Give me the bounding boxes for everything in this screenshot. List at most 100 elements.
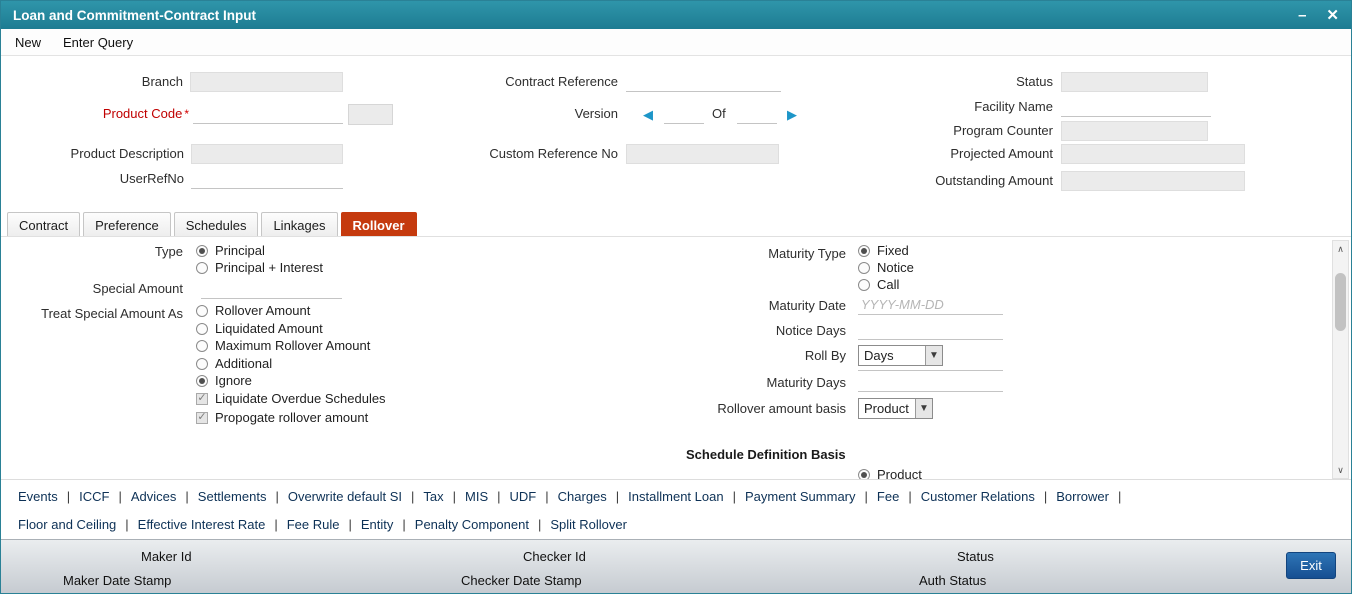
projected-amount-label: Projected Amount	[950, 146, 1053, 161]
branch-label: Branch	[141, 74, 183, 89]
maker-date-stamp-label: Maker Date Stamp	[63, 573, 172, 588]
version-total-field[interactable]	[737, 104, 777, 124]
action-links-row-2: Floor and Ceiling | Effective Interest Ra…	[9, 510, 1351, 538]
radio-maximum-rollover-amount[interactable]: Maximum Rollover Amount	[196, 338, 370, 353]
link-settlements[interactable]: Settlements	[189, 489, 276, 504]
special-amount-label: Special Amount	[92, 281, 183, 296]
maturity-days-field[interactable]	[858, 372, 1003, 392]
window-title: Loan and Commitment-Contract Input	[13, 7, 256, 23]
roll-by-label: Roll By	[804, 348, 846, 363]
outstanding-amount-label: Outstanding Amount	[935, 173, 1053, 188]
radio-additional[interactable]: Additional	[196, 356, 272, 371]
radio-notice[interactable]: Notice	[858, 260, 914, 275]
roll-by-select[interactable]: Days ▼	[858, 345, 943, 366]
radio-call[interactable]: Call	[858, 277, 899, 292]
maturity-date-label: Maturity Date	[768, 298, 846, 313]
rollover-amount-basis-label: Rollover amount basis	[717, 401, 846, 416]
checkmark-icon: ✓	[196, 392, 208, 405]
link-tax[interactable]: Tax	[414, 489, 452, 504]
radio-icon	[858, 278, 870, 291]
custom-reference-label: Custom Reference No	[489, 146, 618, 161]
facility-name-field[interactable]	[1061, 97, 1211, 117]
link-penalty-component[interactable]: Penalty Component	[406, 517, 538, 532]
custom-reference-field	[626, 144, 779, 164]
tab-schedules[interactable]: Schedules	[173, 212, 259, 237]
minimize-icon[interactable]: –	[1298, 8, 1306, 23]
outstanding-amount-field	[1061, 171, 1245, 191]
link-fee[interactable]: Fee	[868, 489, 908, 504]
title-bar: Loan and Commitment-Contract Input – ✕	[1, 1, 1351, 29]
menu-new[interactable]: New	[15, 35, 41, 50]
menu-enter-query[interactable]: Enter Query	[63, 35, 133, 50]
radio-liquidated-amount[interactable]: Liquidated Amount	[196, 321, 323, 336]
link-mis[interactable]: MIS	[456, 489, 497, 504]
link-events[interactable]: Events	[9, 489, 67, 504]
schedule-definition-basis-heading: Schedule Definition Basis	[686, 447, 846, 462]
link-payment-summary[interactable]: Payment Summary	[736, 489, 865, 504]
special-amount-field[interactable]	[201, 279, 342, 299]
product-description-label: Product Description	[70, 146, 184, 161]
product-code-field[interactable]	[193, 104, 343, 124]
checkbox-propogate-rollover-amount[interactable]: ✓ Propogate rollover amount	[196, 410, 368, 425]
branch-field	[190, 72, 343, 92]
program-counter-field	[1061, 121, 1208, 141]
radio-principal[interactable]: Principal	[196, 243, 265, 258]
notice-days-field[interactable]	[858, 320, 1003, 340]
link-floor-and-ceiling[interactable]: Floor and Ceiling	[9, 517, 125, 532]
radio-rollover-amount[interactable]: Rollover Amount	[196, 303, 310, 318]
link-fee-rule[interactable]: Fee Rule	[278, 517, 349, 532]
radio-fixed[interactable]: Fixed	[858, 243, 909, 258]
checker-date-stamp-label: Checker Date Stamp	[461, 573, 582, 588]
maturity-type-label: Maturity Type	[768, 246, 846, 261]
scroll-up-icon[interactable]: ∧	[1333, 241, 1348, 257]
link-advices[interactable]: Advices	[122, 489, 186, 504]
separator: |	[1118, 488, 1122, 504]
projected-amount-field	[1061, 144, 1245, 164]
required-asterisk: *	[184, 107, 189, 121]
notice-days-label: Notice Days	[775, 323, 846, 338]
scrollbar-thumb[interactable]	[1335, 273, 1346, 331]
product-code-lov-button[interactable]	[348, 104, 393, 125]
version-current-field[interactable]	[664, 104, 704, 124]
radio-principal-interest[interactable]: Principal + Interest	[196, 260, 323, 275]
userrefno-field[interactable]	[191, 169, 343, 189]
tab-linkages[interactable]: Linkages	[261, 212, 338, 237]
link-customer-relations[interactable]: Customer Relations	[912, 489, 1044, 504]
checker-id-label: Checker Id	[523, 549, 586, 564]
close-icon[interactable]: ✕	[1326, 8, 1339, 23]
contract-reference-label: Contract Reference	[505, 74, 618, 89]
vertical-scrollbar[interactable]: ∧ ∨	[1332, 240, 1349, 479]
contract-reference-field[interactable]	[626, 72, 781, 92]
version-prev-icon[interactable]: ◀	[643, 107, 653, 123]
rollover-amount-basis-select[interactable]: Product ▼	[858, 398, 933, 419]
audit-footer: Maker Id Checker Id Status Maker Date St…	[1, 539, 1351, 593]
radio-ignore[interactable]: Ignore	[196, 373, 252, 388]
tab-rollover[interactable]: Rollover	[340, 212, 417, 237]
maturity-date-field[interactable]	[858, 295, 1003, 315]
link-entity[interactable]: Entity	[352, 517, 403, 532]
tab-contract[interactable]: Contract	[7, 212, 81, 237]
chevron-down-icon[interactable]: ▼	[915, 399, 932, 418]
chevron-down-icon[interactable]: ▼	[925, 346, 942, 365]
radio-icon	[196, 304, 208, 317]
tab-strip: Contract Preference Schedules Linkages R…	[7, 211, 417, 237]
link-borrower[interactable]: Borrower	[1047, 489, 1118, 504]
tab-preference[interactable]: Preference	[83, 212, 171, 237]
exit-button[interactable]: Exit	[1286, 552, 1336, 579]
radio-schedule-basis-product[interactable]: Product	[858, 467, 922, 479]
action-links-row-1: Events | ICCF | Advices | Settlements | Over…	[9, 482, 1351, 510]
link-split-rollover[interactable]: Split Rollover	[541, 517, 636, 532]
link-installment-loan[interactable]: Installment Loan	[619, 489, 732, 504]
scroll-down-icon[interactable]: ∨	[1333, 462, 1348, 478]
checkbox-liquidate-overdue-schedules[interactable]: ✓ Liquidate Overdue Schedules	[196, 391, 386, 406]
link-iccf[interactable]: ICCF	[70, 489, 118, 504]
link-effective-interest-rate[interactable]: Effective Interest Rate	[129, 517, 275, 532]
version-label: Version	[574, 106, 618, 121]
link-charges[interactable]: Charges	[549, 489, 616, 504]
version-of-label: Of	[712, 106, 726, 121]
facility-name-label: Facility Name	[974, 99, 1053, 114]
version-next-icon[interactable]: ▶	[787, 107, 797, 123]
link-overwrite-default-si[interactable]: Overwrite default SI	[279, 489, 411, 504]
radio-icon	[196, 261, 208, 274]
link-udf[interactable]: UDF	[501, 489, 546, 504]
